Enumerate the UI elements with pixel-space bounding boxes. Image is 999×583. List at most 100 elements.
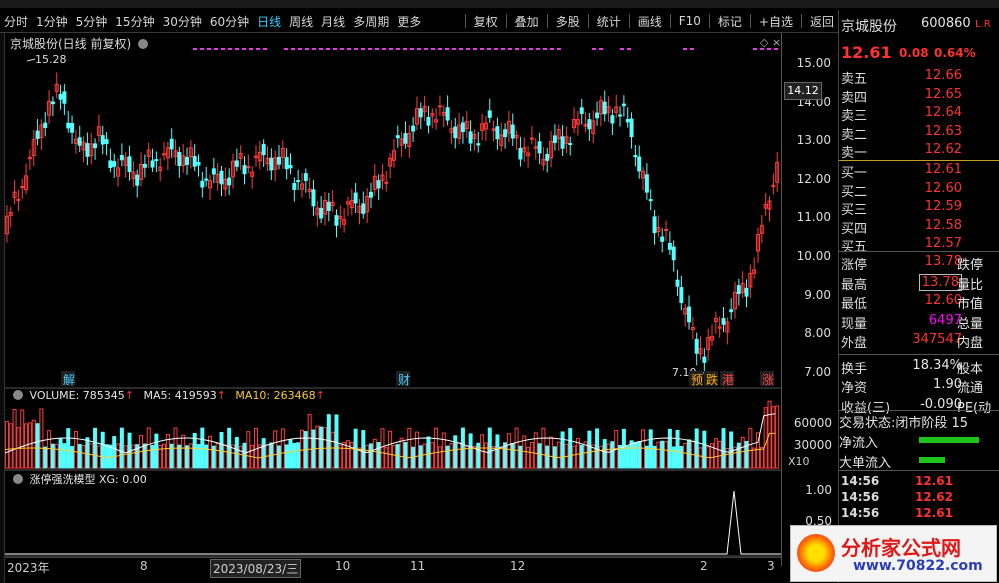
- event-marker: 港: [722, 373, 734, 387]
- volume-bar: [204, 444, 209, 469]
- order-level-label: 卖三: [841, 109, 868, 125]
- up-arrow-icon: ↑: [315, 389, 325, 402]
- volume-bar: [460, 427, 465, 469]
- toolbar-action-8[interactable]: 返回: [806, 13, 838, 30]
- signal-dot: [515, 48, 519, 50]
- period-tab-8[interactable]: 月线: [317, 13, 349, 30]
- candle-body: [227, 177, 232, 186]
- toolbar-action-3[interactable]: 统计: [593, 13, 625, 30]
- volume-bar: [644, 445, 649, 469]
- candle-body: [177, 151, 182, 166]
- ask-row[interactable]: 卖一 12.62: [839, 142, 999, 161]
- bid-row[interactable]: 买二 12.60: [839, 181, 999, 200]
- volume-bar: [518, 445, 523, 469]
- quote-right-label: 股本: [957, 361, 984, 377]
- stock-code: 600860: [921, 16, 971, 31]
- signal-dot: [592, 48, 596, 50]
- indicator-label: 涨停强洗模型 XG: 0.00: [29, 473, 147, 486]
- settings-icon[interactable]: [13, 390, 23, 400]
- signal-dot: [193, 48, 197, 50]
- period-tab-4[interactable]: 30分钟: [159, 13, 206, 30]
- toolbar-action-6[interactable]: 标记: [714, 13, 746, 30]
- period-tab-5[interactable]: 60分钟: [206, 13, 253, 30]
- trade-state: 交易状态:闭市阶段 15: [839, 412, 968, 431]
- toolbar-action-1[interactable]: 叠加: [511, 13, 543, 30]
- bid-row[interactable]: 买五 12.57: [839, 236, 999, 255]
- signal-dot: [368, 48, 372, 50]
- volume-bar: [476, 442, 481, 469]
- bid-row[interactable]: 买四 12.58: [839, 218, 999, 237]
- period-tab-1[interactable]: 1分钟: [32, 13, 72, 30]
- volume-bar: [62, 443, 67, 469]
- candle-body: [43, 122, 48, 128]
- volume-bar: [679, 446, 684, 469]
- toolbar-action-0[interactable]: 复权: [470, 13, 502, 30]
- watermark-logo: 分析家公式网 www.70822.com: [790, 525, 997, 582]
- volume-bar: [54, 443, 59, 469]
- volume-bar: [598, 445, 603, 469]
- candle-body: [568, 143, 573, 146]
- volume-bar: [545, 445, 550, 469]
- candle-body: [261, 144, 266, 156]
- bid-row[interactable]: 买三 12.59: [839, 199, 999, 218]
- volume-bar: [349, 442, 354, 469]
- ask-row[interactable]: 卖三 12.64: [839, 105, 999, 124]
- settings-icon[interactable]: [13, 474, 23, 484]
- candle-body: [552, 135, 557, 144]
- volume-bar: [162, 443, 167, 469]
- candle-body: [150, 160, 155, 168]
- indicator-header: 涨停强洗模型 XG: 0.00: [10, 471, 147, 487]
- order-level-label: 买五: [841, 240, 868, 256]
- candle-body: [426, 116, 431, 126]
- quote-right-label: 市值: [957, 297, 984, 312]
- toolbar-action-7[interactable]: +自选: [755, 13, 797, 30]
- period-tab-6[interactable]: 日线: [253, 13, 285, 30]
- ask-row[interactable]: 卖二 12.63: [839, 124, 999, 143]
- volume-bar: [100, 431, 105, 469]
- candle-body: [510, 124, 515, 139]
- candle-body: [495, 126, 500, 140]
- ask-row[interactable]: 卖五 12.66: [839, 68, 999, 87]
- period-tab-7[interactable]: 周线: [285, 13, 317, 30]
- volume-bar: [526, 446, 531, 469]
- toolbar-action-2[interactable]: 多股: [552, 13, 584, 30]
- ask-row[interactable]: 卖四 12.65: [839, 87, 999, 106]
- period-tab-0[interactable]: 分时: [0, 13, 32, 30]
- quote-label: 涨停: [841, 258, 868, 273]
- bid-row[interactable]: 买一 12.61: [839, 162, 999, 181]
- volume-bar: [219, 432, 224, 469]
- volume-bar: [748, 427, 753, 469]
- period-tab-10[interactable]: 更多: [393, 13, 425, 30]
- signal-dot: [452, 48, 456, 50]
- tick-time: 14:56: [841, 474, 880, 488]
- volume-bar: [8, 423, 13, 469]
- diamond-icon[interactable]: ◇: [760, 36, 768, 49]
- period-tab-2[interactable]: 5分钟: [72, 13, 112, 30]
- toolbar-action-5[interactable]: F10: [675, 14, 705, 28]
- signal-dot: [620, 48, 624, 50]
- signal-dot: [438, 48, 442, 50]
- signal-dot: [445, 48, 449, 50]
- signal-dot: [319, 48, 323, 50]
- quote-label: 换手: [841, 361, 868, 377]
- candle-body: [637, 156, 642, 172]
- volume-bar: [407, 427, 412, 469]
- period-tab-9[interactable]: 多周期: [349, 13, 393, 30]
- period-tab-3[interactable]: 15分钟: [111, 13, 158, 30]
- volume-bar: [694, 428, 699, 469]
- candle-body: [418, 108, 423, 118]
- signal-dot: [753, 48, 757, 50]
- order-level-label: 卖二: [841, 127, 868, 143]
- candle-body: [671, 246, 676, 261]
- ma5-value: MA5: 419593: [143, 389, 217, 402]
- toolbar-action-4[interactable]: 画线: [634, 13, 666, 30]
- volume-bar: [736, 442, 741, 469]
- close-icon[interactable]: ×: [772, 36, 781, 49]
- volume-bar: [215, 443, 220, 469]
- quote-label: 最低: [841, 297, 868, 312]
- volume-bar: [234, 436, 239, 469]
- volume-bar: [108, 444, 113, 469]
- signal-dot: [382, 48, 386, 50]
- settings-icon[interactable]: [138, 39, 149, 49]
- volume-bar: [85, 437, 90, 469]
